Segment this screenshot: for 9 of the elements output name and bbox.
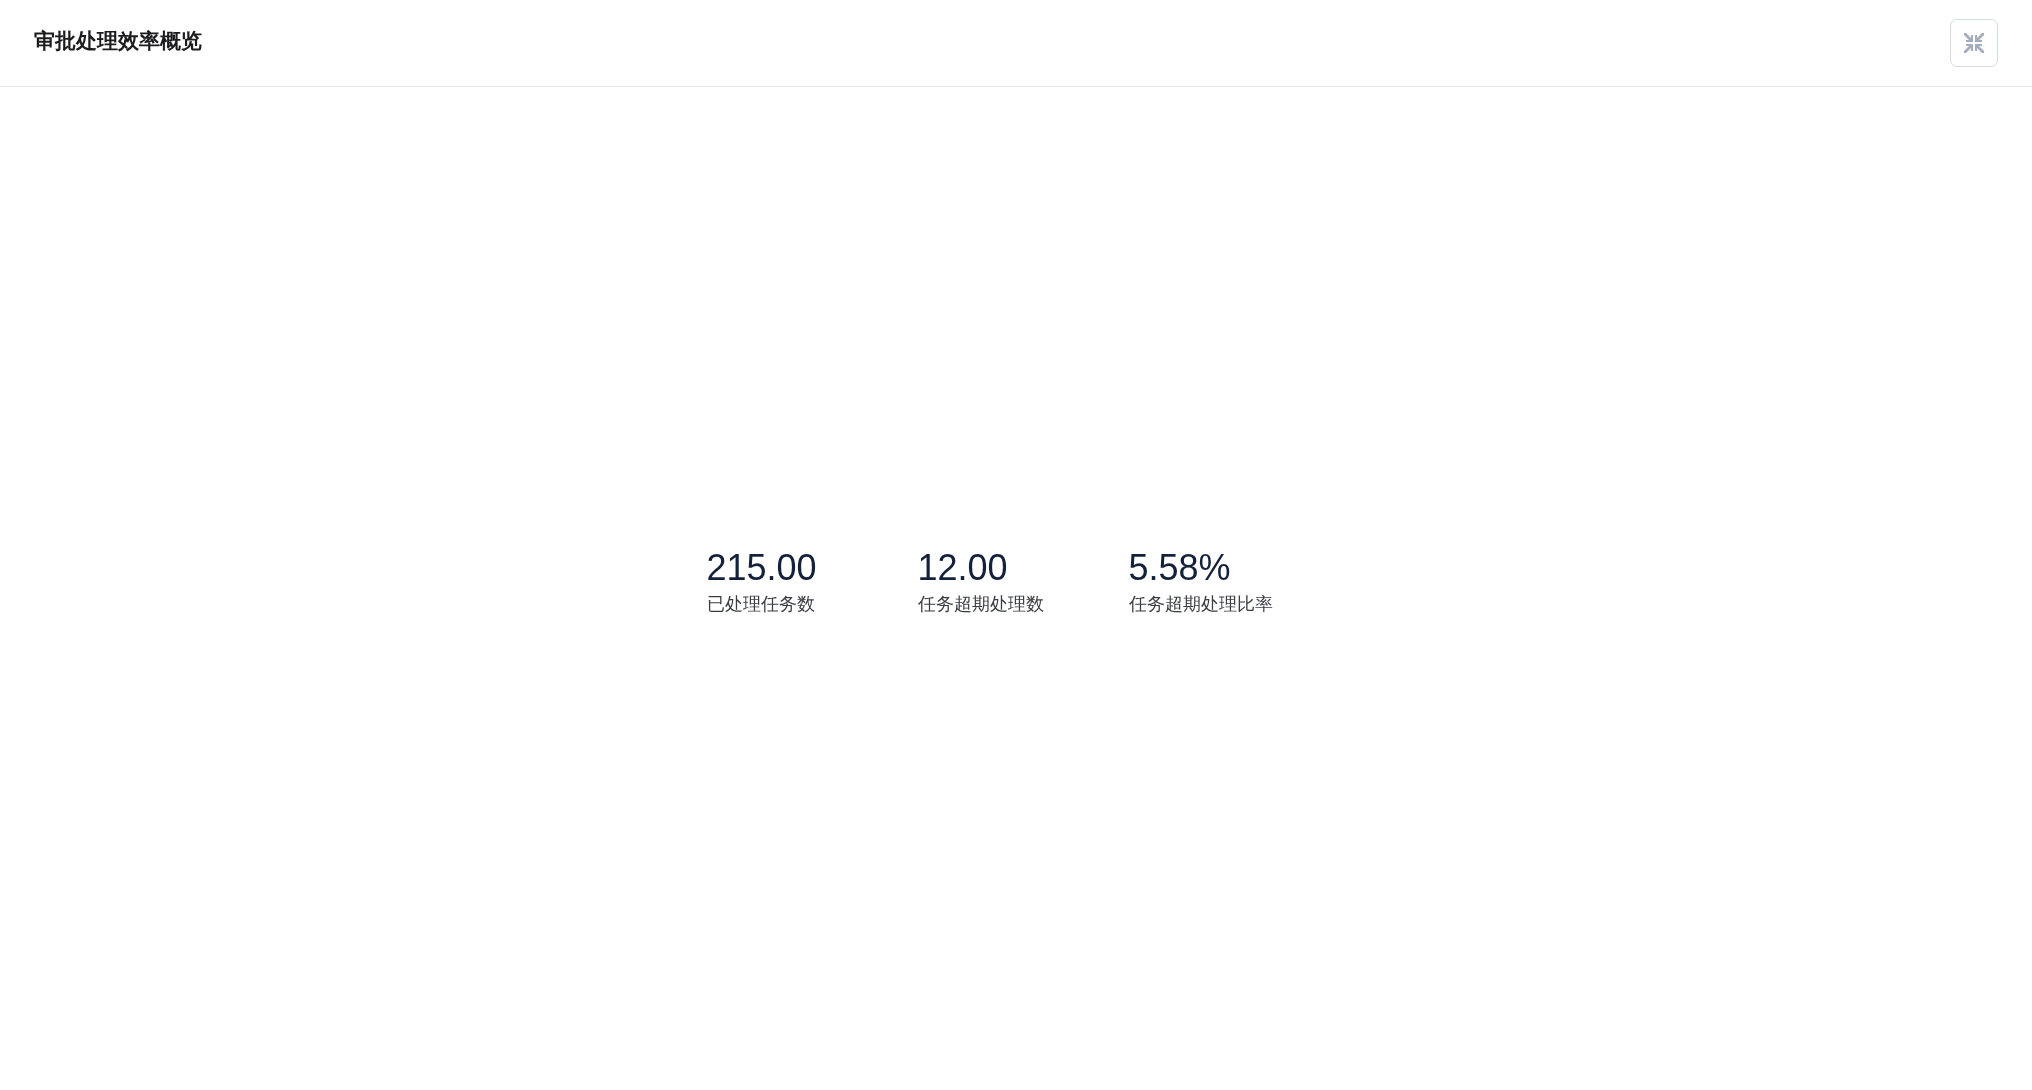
stat-value: 12.00 — [917, 547, 1009, 589]
stat-label: 已处理任务数 — [706, 592, 816, 616]
page-title: 审批处理效率概览 — [34, 27, 202, 54]
stat-label: 任务超期处理数 — [917, 592, 1045, 616]
shrink-arrows-icon — [1963, 32, 1985, 54]
stat-value: 5.58% — [1128, 547, 1232, 589]
stat-value: 215.00 — [706, 547, 818, 589]
collapse-button[interactable] — [1950, 19, 1998, 67]
stat-label: 任务超期处理比率 — [1128, 592, 1274, 616]
